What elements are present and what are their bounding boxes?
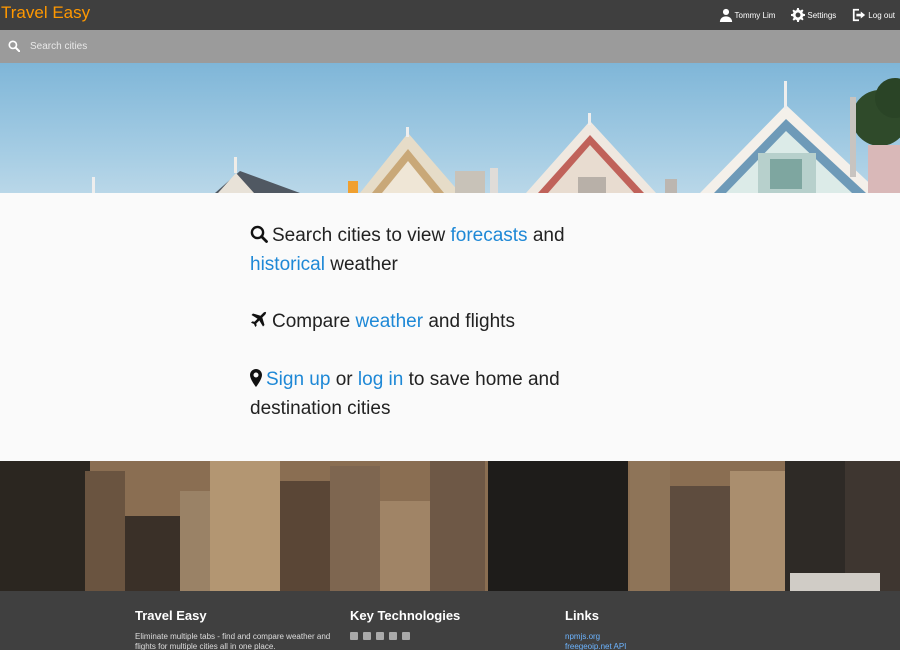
redux-icon	[363, 632, 371, 640]
map-marker-icon	[250, 367, 262, 387]
plane-icon	[250, 309, 268, 327]
nav-right: Tommy Lim Settings Log out	[703, 0, 895, 30]
feature-search: Search cities to view forecasts and hist…	[250, 221, 610, 279]
feature-compare: Compare weather and flights	[250, 307, 610, 336]
feature-account: Sign up or log in to save home and desti…	[250, 365, 590, 423]
houses-illustration	[92, 78, 900, 193]
feature-compare-prefix: Compare	[272, 311, 351, 332]
forecasts-link[interactable]: forecasts	[450, 225, 527, 246]
feature-search-middle: and	[532, 225, 565, 246]
brand-logo-link[interactable]: Travel Easy	[1, 3, 90, 23]
html5-icon	[389, 632, 397, 640]
node-icon	[376, 632, 384, 640]
css3-icon	[402, 632, 410, 640]
footer-link-npm[interactable]: npmjs.org	[565, 632, 765, 642]
logout-label: Log out	[868, 10, 895, 20]
footer-links-title: Links	[565, 608, 599, 623]
logout-icon	[853, 8, 866, 22]
react-icon	[350, 632, 358, 640]
features-section: Search cities to view forecasts and hist…	[0, 193, 900, 461]
footer: Travel Easy Eliminate multiple tabs - fi…	[0, 591, 900, 650]
top-navbar: Travel Easy Tommy Lim Settings Log out	[0, 0, 900, 30]
footer-technologies: Key Technologies	[350, 608, 550, 640]
search-bar	[0, 30, 900, 63]
feature-compare-suffix: and flights	[428, 311, 515, 332]
user-icon	[719, 8, 732, 22]
footer-tech-title: Key Technologies	[350, 608, 461, 623]
search-icon	[8, 40, 20, 52]
user-profile-link[interactable]: Tommy Lim	[719, 8, 776, 22]
footer-about-title: Travel Easy	[135, 608, 207, 623]
settings-link[interactable]: Settings	[791, 8, 836, 22]
footer-about-text: Eliminate multiple tabs - find and compa…	[135, 632, 331, 650]
gear-icon	[791, 8, 806, 22]
user-name: Tommy Lim	[734, 10, 776, 20]
footer-links: Links npmjs.org freegeoip.net API	[565, 608, 765, 650]
hero-houses-image	[0, 63, 900, 193]
city-skyline-image	[0, 461, 900, 591]
footer-about: Travel Easy Eliminate multiple tabs - fi…	[135, 608, 335, 650]
logout-link[interactable]: Log out	[852, 8, 895, 22]
feature-search-suffix: weather	[330, 254, 398, 275]
skyline-illustration	[0, 461, 900, 591]
historical-link[interactable]: historical	[250, 254, 325, 275]
feature-account-middle: or	[335, 369, 353, 390]
weather-link[interactable]: weather	[355, 311, 423, 332]
tech-icon-row	[350, 632, 550, 640]
feature-search-prefix: Search cities to view	[272, 225, 446, 246]
signup-link[interactable]: Sign up	[266, 369, 330, 390]
settings-label: Settings	[807, 10, 837, 20]
search-icon	[250, 223, 268, 243]
footer-link-freegeoip[interactable]: freegeoip.net API	[565, 642, 765, 650]
login-link[interactable]: log in	[358, 369, 403, 390]
search-input[interactable]	[30, 38, 530, 55]
